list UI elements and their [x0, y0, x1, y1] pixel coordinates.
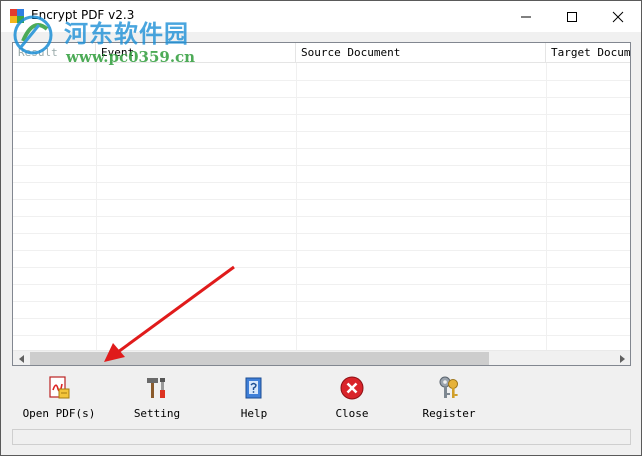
- grid-line: [13, 335, 630, 336]
- close-button[interactable]: Close: [309, 369, 395, 425]
- toolbar: Open PDF(s) Setting Help Close Register: [12, 369, 631, 425]
- grid-line: [13, 233, 630, 234]
- watermark-logo-icon: [13, 15, 53, 55]
- maximize-icon: [567, 11, 577, 22]
- open-pdfs-label: Open PDF(s): [22, 407, 96, 420]
- grid-line: [13, 216, 630, 217]
- grid-line: [96, 63, 97, 351]
- status-bar: [12, 429, 631, 445]
- column-header-source-document[interactable]: Source Document: [296, 43, 546, 63]
- grid-line: [13, 165, 630, 166]
- grid-line: [13, 267, 630, 268]
- grid-line: [13, 148, 630, 149]
- grid-line: [546, 63, 547, 351]
- close-icon: [612, 11, 624, 22]
- column-header-target-document[interactable]: Target Document: [546, 43, 630, 63]
- grid-line: [13, 182, 630, 183]
- close-circle-icon: [340, 376, 364, 400]
- scroll-right-icon: [619, 355, 625, 363]
- watermark-site-name: 河东软件园: [64, 20, 189, 48]
- grid-line: [13, 199, 630, 200]
- grid-line: [13, 250, 630, 251]
- list-body[interactable]: [13, 63, 630, 351]
- setting-label: Setting: [133, 407, 181, 420]
- open-pdfs-button[interactable]: Open PDF(s): [16, 369, 102, 425]
- register-button[interactable]: Register: [406, 369, 492, 425]
- scroll-left-icon: [18, 355, 24, 363]
- register-label: Register: [422, 407, 476, 420]
- setting-button[interactable]: Setting: [114, 369, 200, 425]
- minimize-button[interactable]: [503, 1, 549, 32]
- close-label: Close: [335, 407, 369, 420]
- maximize-button[interactable]: [549, 1, 595, 32]
- scroll-left-button[interactable]: [13, 351, 30, 365]
- grid-line: [13, 131, 630, 132]
- grid-line: [13, 318, 630, 319]
- watermark-url: www.pc0359.cn: [66, 48, 196, 66]
- event-list[interactable]: Result Event Source Document Target Docu…: [12, 42, 631, 366]
- help-label: Help: [240, 407, 268, 420]
- grid-line: [13, 284, 630, 285]
- app-window: Encrypt PDF v2.3 Result Event Source Doc…: [0, 0, 642, 456]
- horizontal-scrollbar[interactable]: [13, 350, 630, 365]
- grid-line: [13, 114, 630, 115]
- open-pdf-icon: [49, 376, 70, 399]
- scroll-right-button[interactable]: [613, 351, 630, 365]
- grid-line: [296, 63, 297, 351]
- minimize-icon: [521, 16, 531, 17]
- grid-line: [13, 97, 630, 98]
- help-button[interactable]: Help: [211, 369, 297, 425]
- grid-line: [13, 80, 630, 81]
- scrollbar-thumb[interactable]: [30, 352, 489, 365]
- grid-line: [13, 301, 630, 302]
- keys-icon: [439, 376, 458, 398]
- tools-icon: [147, 378, 165, 398]
- help-book-icon: [245, 377, 262, 399]
- close-window-button[interactable]: [595, 1, 641, 32]
